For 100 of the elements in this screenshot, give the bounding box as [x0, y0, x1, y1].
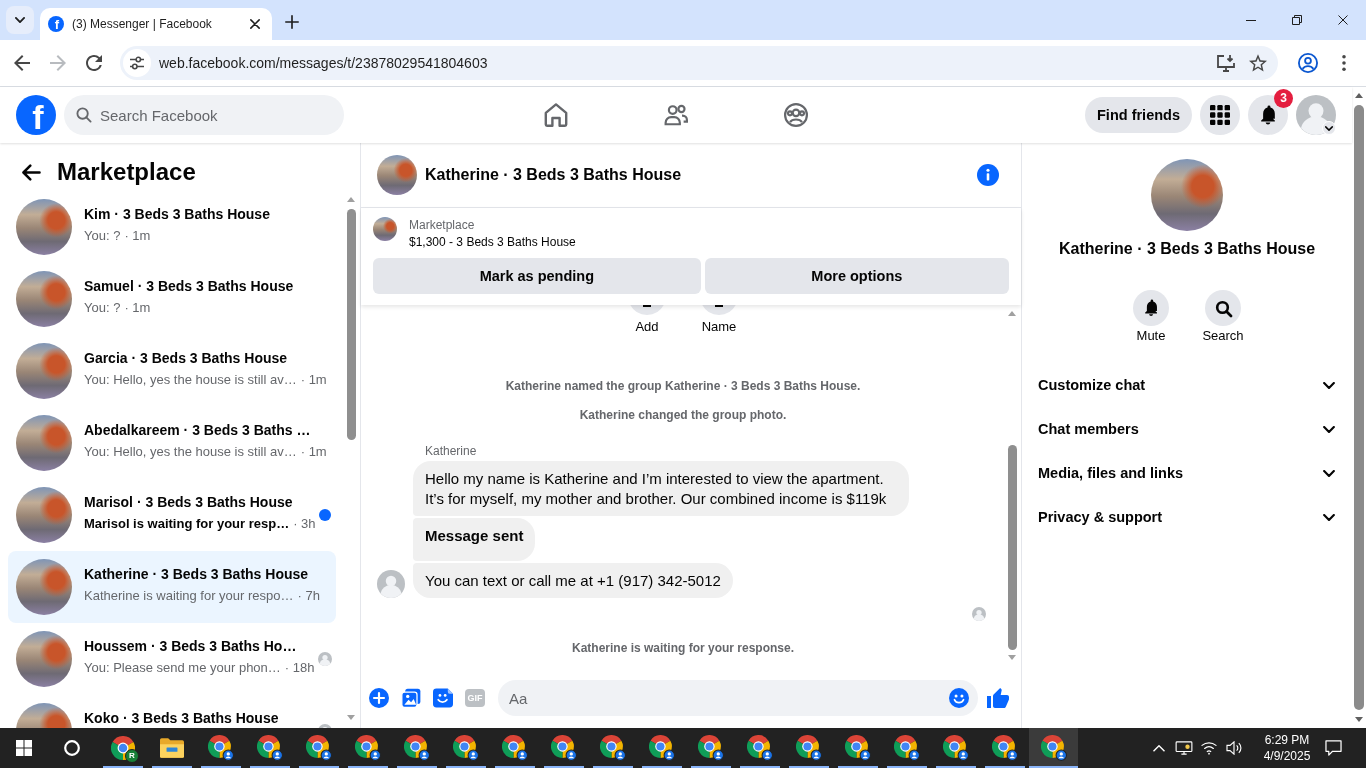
thumbs-up-icon[interactable] — [987, 688, 1009, 708]
scrollbar-thumb[interactable] — [1354, 105, 1364, 710]
install-icon[interactable] — [1217, 54, 1235, 72]
search-field[interactable]: Search Facebook — [64, 95, 344, 135]
conversation-item[interactable]: Houssem · 3 Beds 3 Baths Ho… You: Please send me your phon… · 18h — [8, 623, 336, 695]
photo-placeholder — [373, 217, 397, 241]
address-bar[interactable]: web.facebook.com/messages/t/23878029541804603 — [120, 46, 1278, 80]
photo-icon[interactable] — [401, 688, 421, 708]
scrollbar-thumb[interactable] — [1007, 445, 1017, 650]
scroll-down-arrow-icon[interactable] — [347, 714, 355, 720]
back-arrow-icon[interactable] — [14, 55, 30, 71]
sidebar-title: Marketplace — [57, 158, 196, 186]
scroll-up-arrow-icon[interactable] — [1008, 310, 1016, 316]
site-logo[interactable]: f — [16, 95, 56, 135]
message-bubble: You can text or call me at +1 (917) 342-5012 — [413, 562, 733, 598]
conversation-name: Samuel · 3 Beds 3 Baths House — [84, 277, 295, 295]
sliders-icon — [129, 56, 145, 70]
browser-icon — [648, 735, 675, 761]
message-preview: Marisol is waiting for your resp… — [84, 515, 290, 532]
photo-placeholder — [16, 271, 72, 327]
system-message: Katherine is waiting for your response. — [570, 640, 795, 656]
photo-placeholder — [16, 487, 72, 543]
taskbar-button[interactable] — [1029, 728, 1078, 768]
group-action-button[interactable]: Name — [683, 305, 755, 335]
section-row[interactable]: Customize chat — [1022, 363, 1352, 407]
scroll-up-arrow-icon[interactable] — [347, 196, 355, 202]
speaker-icon[interactable] — [1225, 741, 1242, 755]
browser-icon — [403, 735, 430, 761]
minimize-icon[interactable] — [1246, 19, 1256, 21]
conversation-item[interactable]: Garcia · 3 Beds 3 Baths House You: Hello, yes the house is still av… · 1m — [8, 335, 336, 407]
conversation-name: Katherine · 3 Beds 3 Baths House — [84, 565, 310, 583]
listing-action-button[interactable]: Mark as pending — [373, 258, 701, 294]
browser-tab[interactable]: f (3) Messenger | Facebook — [40, 8, 272, 40]
message-bubble: Hello my name is Katherine and I’m interested to view the apartment. It’s for myself, my mother and brother. Our combined income is $119k — [413, 461, 909, 516]
folder-icon — [159, 738, 184, 758]
chat-action-button[interactable]: Search — [1187, 290, 1259, 344]
message-preview: You: Hello, yes the house is still av… — [84, 443, 297, 460]
listing-action-button[interactable]: More options — [704, 258, 1009, 294]
browser-icon — [452, 735, 479, 761]
display-icon[interactable] — [1174, 741, 1193, 755]
start-icon[interactable] — [16, 740, 32, 756]
search-icon — [1205, 290, 1241, 326]
info-icon[interactable] — [977, 164, 999, 186]
message-bubble-icon[interactable] — [1325, 740, 1342, 756]
conversation-name: Marisol · 3 Beds 3 Baths House — [84, 493, 294, 511]
scroll-down-arrow-icon[interactable] — [1008, 655, 1016, 660]
browser-icon — [893, 735, 920, 761]
section-row[interactable]: Privacy & support — [1022, 495, 1352, 539]
chevron-down-icon — [15, 17, 25, 23]
more-vertical-icon[interactable] — [1342, 55, 1346, 71]
browser-icon — [305, 735, 332, 761]
system-message: Katherine changed the group photo. — [578, 407, 788, 423]
plus-circle-icon[interactable] — [369, 688, 389, 708]
system-message: Katherine named the group Katherine · 3 Beds 3 Baths House. — [504, 378, 862, 394]
scroll-up-arrow-icon[interactable] — [1355, 93, 1363, 98]
chevron-up-icon[interactable] — [1152, 744, 1165, 752]
emoji-icon[interactable] — [949, 688, 969, 708]
group-action-button[interactable]: Add — [611, 305, 683, 335]
plus-icon[interactable] — [285, 15, 299, 29]
browser-icon — [942, 735, 969, 761]
message-time: · 1m — [300, 443, 327, 460]
wifi-icon[interactable] — [1200, 741, 1217, 755]
site-info-button[interactable] — [123, 49, 151, 77]
house-icon — [544, 103, 568, 127]
ring-icon[interactable] — [64, 740, 80, 756]
bell-icon — [1133, 290, 1169, 326]
message-preview: You: ? — [84, 227, 121, 244]
group-circle-icon — [784, 103, 808, 127]
message-time: · 1m — [124, 299, 151, 316]
chat-action-button[interactable]: Mute — [1115, 290, 1187, 344]
message-preview: You: Hello, yes the house is still av… — [84, 371, 297, 388]
sticker-icon[interactable] — [433, 688, 453, 708]
close-icon[interactable] — [1338, 15, 1348, 25]
conversation-item[interactable]: Abedalkareem · 3 Beds 3 Baths … You: Hello, yes the house is still av… · 1m — [8, 407, 336, 479]
conversation-name: Houssem · 3 Beds 3 Baths Ho… — [84, 637, 298, 655]
grid-icon — [1210, 105, 1230, 125]
clock[interactable]: 6:29 PM 4/9/2025 — [1251, 732, 1323, 764]
menu-button[interactable] — [1200, 95, 1240, 135]
find-friends-button[interactable]: Find friends — [1085, 97, 1192, 133]
section-row[interactable]: Media, files and links — [1022, 451, 1352, 495]
photo-placeholder — [16, 415, 72, 471]
conversation-item[interactable]: Katherine · 3 Beds 3 Baths House Katherine is waiting for your respo… · 7h — [8, 551, 336, 623]
notifications-button[interactable] — [1248, 95, 1288, 135]
account-circle-icon[interactable] — [1298, 53, 1318, 73]
scroll-down-arrow-icon[interactable] — [1355, 717, 1363, 722]
message-field[interactable]: Aa — [498, 680, 978, 716]
conversation-name: Kim · 3 Beds 3 Baths House — [84, 205, 271, 223]
star-icon[interactable] — [1249, 54, 1267, 72]
back-arrow-icon — [21, 163, 41, 181]
scrollbar-thumb[interactable] — [346, 209, 356, 440]
conversation-item[interactable]: Marisol · 3 Beds 3 Baths House Marisol is waiting for your resp… · 3h — [8, 479, 336, 551]
section-row[interactable]: Chat members — [1022, 407, 1352, 451]
close-icon[interactable] — [250, 19, 260, 29]
reload-icon[interactable] — [86, 55, 102, 71]
restore-icon[interactable] — [1292, 15, 1302, 25]
tab-list-button[interactable] — [6, 6, 34, 34]
search-icon — [76, 107, 92, 123]
conversation-item[interactable]: Kim · 3 Beds 3 Baths House You: ? · 1m — [8, 191, 336, 263]
sender-name: Katherine — [424, 443, 478, 459]
conversation-item[interactable]: Samuel · 3 Beds 3 Baths House You: ? · 1m — [8, 263, 336, 335]
